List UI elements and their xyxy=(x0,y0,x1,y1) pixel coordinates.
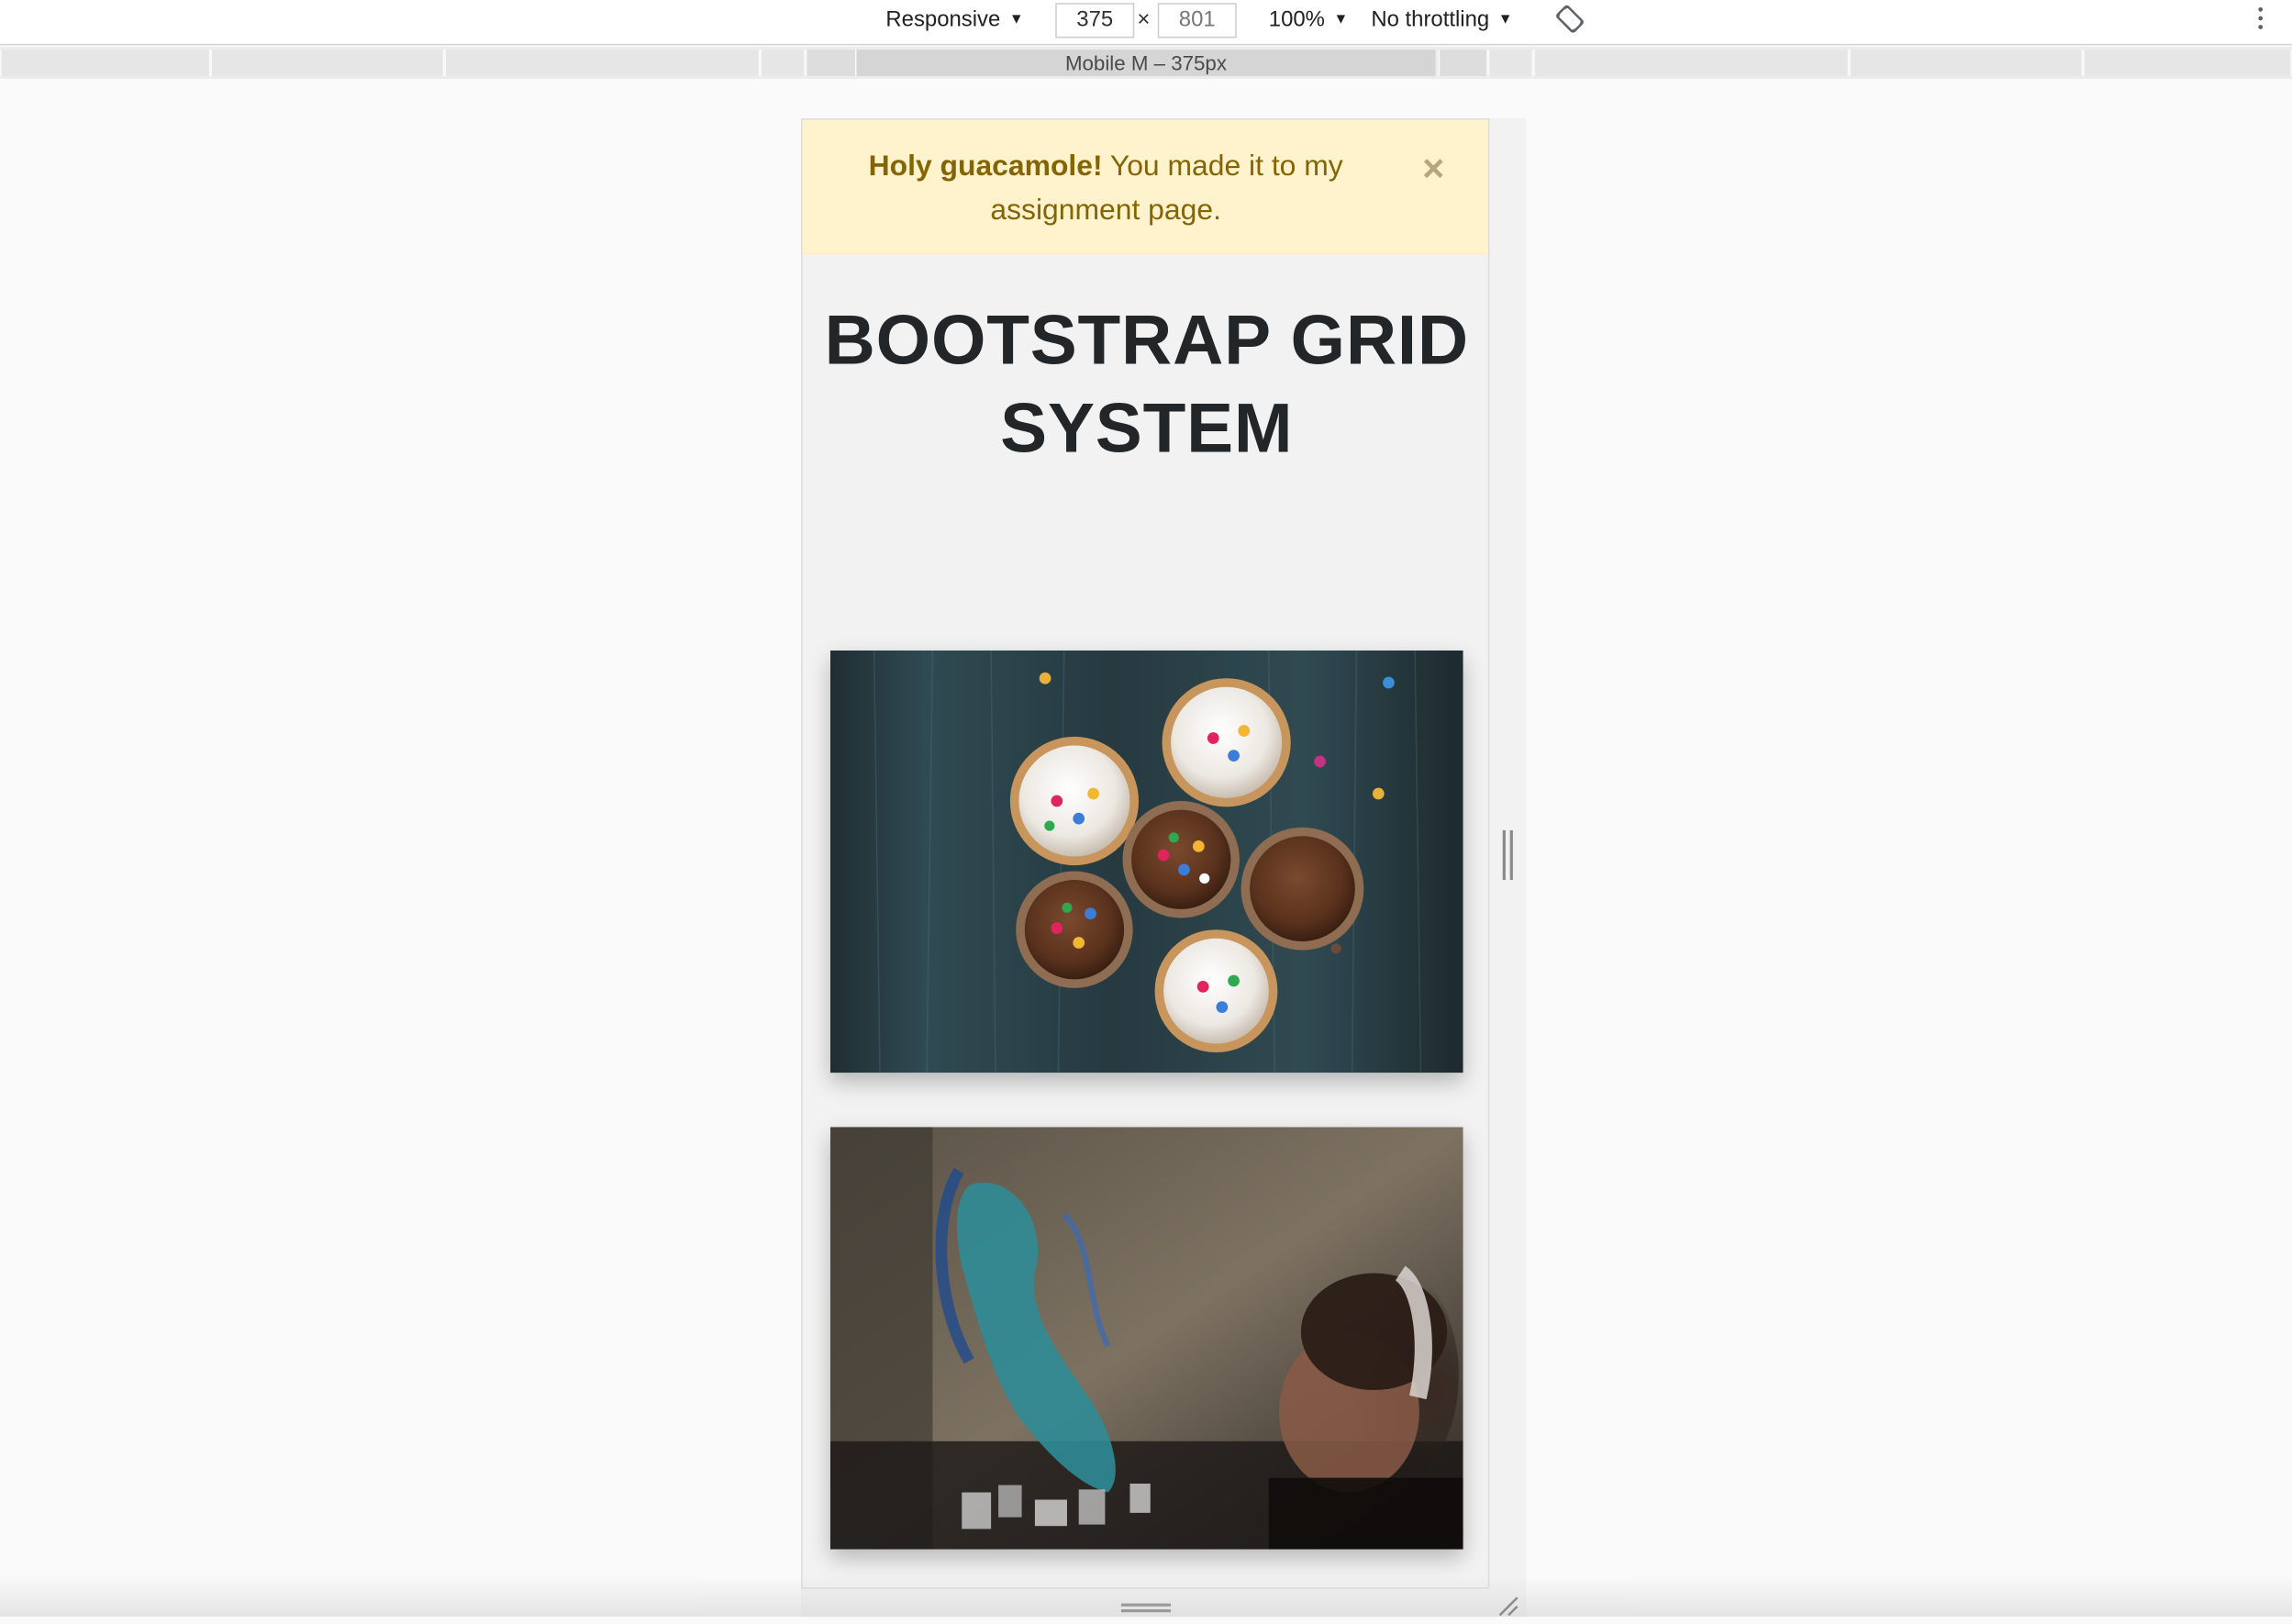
chevron-down-icon: ▼ xyxy=(1497,11,1513,28)
media-query-segment[interactable] xyxy=(805,50,857,76)
throttling-label: No throttling xyxy=(1371,6,1490,33)
chevron-down-icon: ▼ xyxy=(1333,11,1349,28)
cupcakes-image xyxy=(829,650,1463,1073)
media-query-segment[interactable] xyxy=(1533,50,1850,76)
zoom-dropdown[interactable]: 100% ▼ xyxy=(1269,7,1348,34)
viewport-height-input[interactable]: 801 xyxy=(1157,3,1237,39)
devtools-device-emulator: Responsive ▼ 375 × 801 100% ▼ No throttlin… xyxy=(0,0,2292,1617)
alert-message: Holy guacamole! You made it to my assign… xyxy=(846,145,1365,233)
device-viewport: Holy guacamole! You made it to my assign… xyxy=(801,118,1490,1589)
media-query-label[interactable]: Mobile M – 375px xyxy=(856,50,1436,76)
page-title: BOOTSTRAP GRID SYSTEM xyxy=(824,302,1469,468)
dimension-separator: × xyxy=(1137,6,1151,33)
rotate-device-icon[interactable] xyxy=(1555,5,1585,34)
media-query-segment[interactable] xyxy=(2083,50,2292,76)
media-query-segment[interactable] xyxy=(1438,50,1488,76)
chevron-down-icon: ▼ xyxy=(1008,11,1024,28)
zoom-label: 100% xyxy=(1268,6,1325,33)
close-icon[interactable]: × xyxy=(1422,149,1444,186)
media-query-bar: Mobile M – 375px xyxy=(0,46,2292,80)
media-query-segment[interactable] xyxy=(1487,50,1534,76)
device-mode-label: Responsive xyxy=(885,6,1001,33)
graffiti-headphones-image xyxy=(829,1127,1463,1550)
device-toolbar: Responsive ▼ 375 × 801 100% ▼ No throttlin… xyxy=(0,0,2292,46)
viewport-width-input[interactable]: 375 xyxy=(1055,3,1135,39)
resize-handle-bottom[interactable] xyxy=(1120,1603,1172,1616)
resize-handle-right[interactable] xyxy=(1502,829,1515,881)
resize-corner-icon[interactable] xyxy=(1496,1596,1519,1617)
media-query-segment[interactable] xyxy=(210,50,445,76)
more-options-icon[interactable] xyxy=(2251,6,2268,37)
media-query-segment[interactable] xyxy=(444,50,761,76)
media-query-segment[interactable] xyxy=(1849,50,2084,76)
device-mode-dropdown[interactable]: Responsive ▼ xyxy=(885,7,1023,34)
throttling-dropdown[interactable]: No throttling ▼ xyxy=(1371,7,1512,34)
warning-alert: Holy guacamole! You made it to my assign… xyxy=(802,119,1488,255)
media-query-segment[interactable] xyxy=(760,50,806,76)
alert-strong-text: Holy guacamole! xyxy=(868,150,1103,184)
media-query-segment[interactable] xyxy=(0,50,211,76)
